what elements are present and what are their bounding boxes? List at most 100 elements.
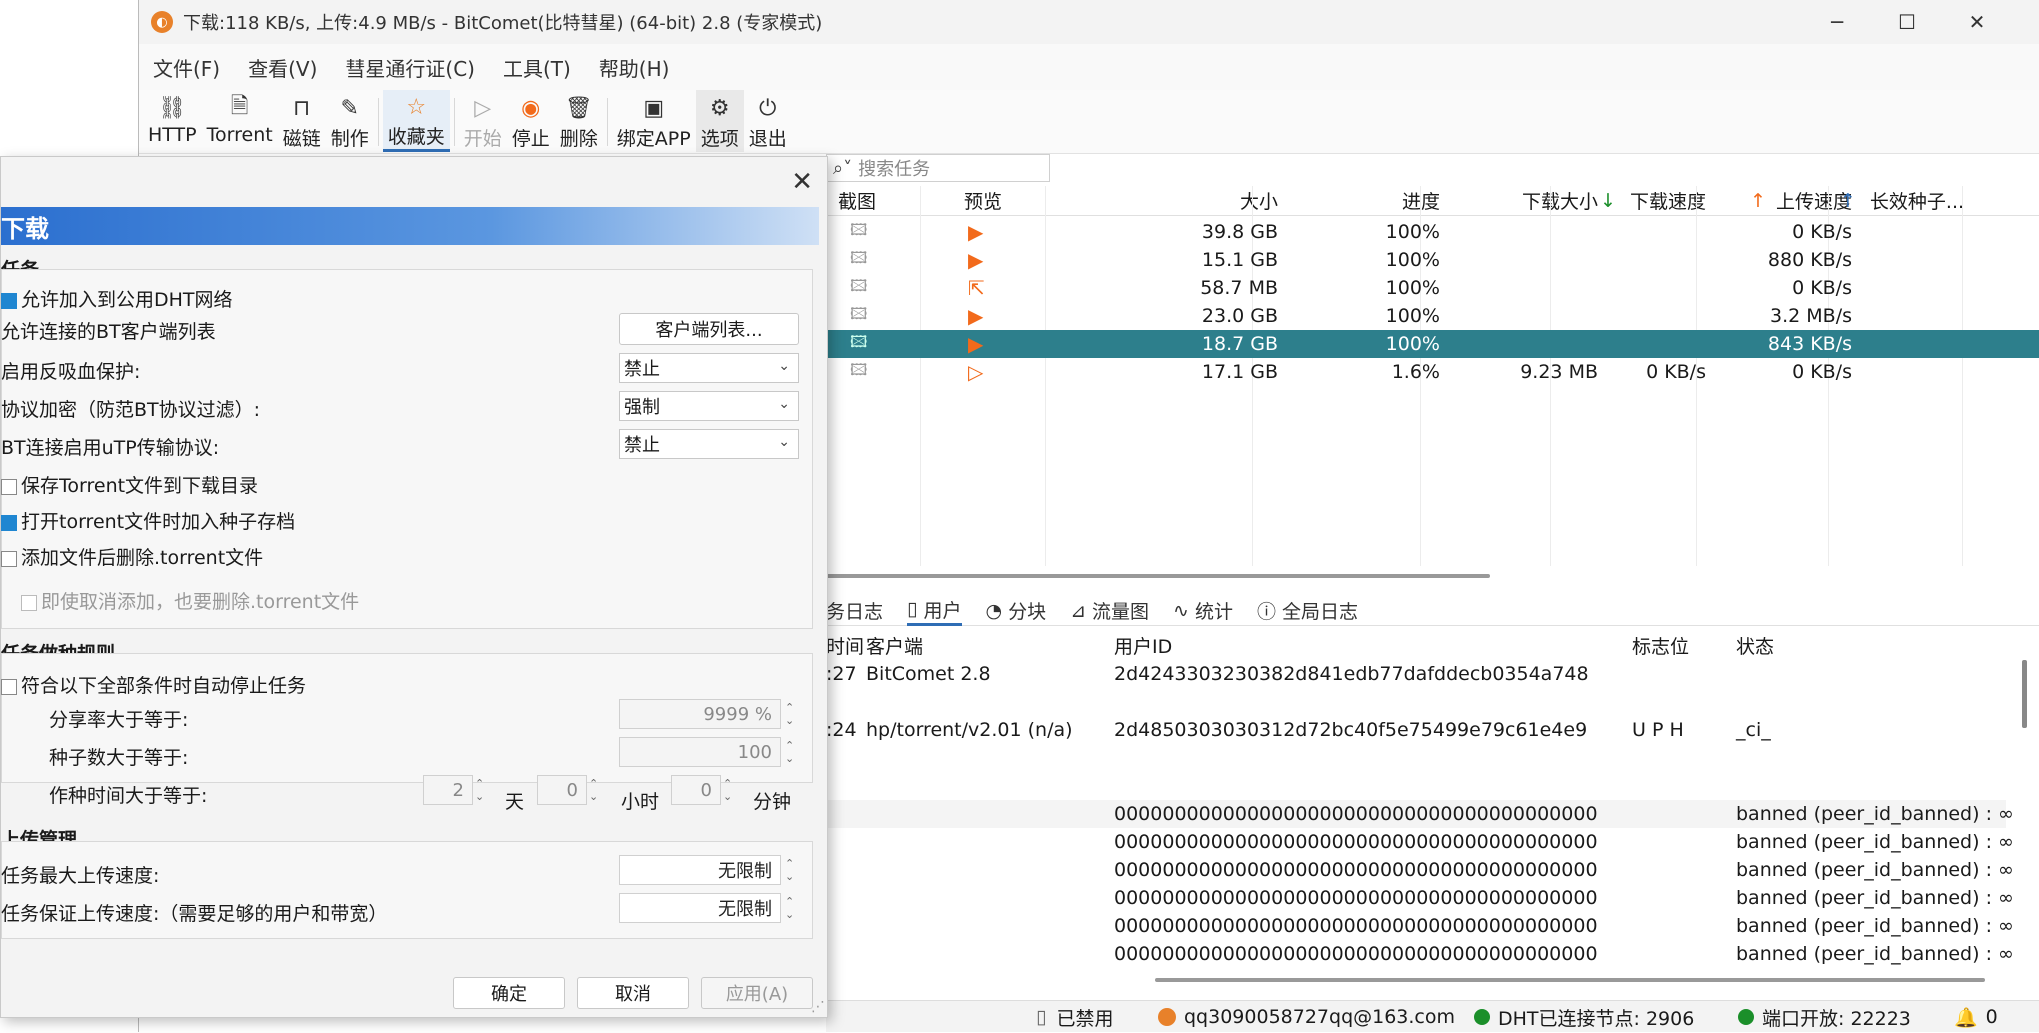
col-download-speed[interactable]: ↓ 下载速度 bbox=[1586, 186, 1706, 215]
tab-users[interactable]: ▯ 用户 bbox=[907, 596, 962, 626]
user-vertical-scrollbar[interactable] bbox=[2022, 660, 2027, 728]
user-row[interactable]: 0000000000000000000000000000000000000000… bbox=[826, 828, 2014, 856]
auto-stop-checkbox[interactable]: 符合以下全部条件时自动停止任务 bbox=[1, 671, 306, 698]
spinner-arrows-icon[interactable]: ⌃ ⌄ bbox=[723, 777, 739, 803]
task-row[interactable]: 🖾 ▶ 39.8 GB 100% 0 KB/s bbox=[826, 218, 2039, 246]
chevron-down-icon: ⌄ bbox=[778, 434, 790, 450]
magnet-button[interactable]: ⊓ 磁链 bbox=[278, 90, 326, 152]
encryption-select[interactable]: 强制 ⌄ bbox=[619, 391, 799, 421]
stop-button[interactable]: ◉ 停止 bbox=[507, 90, 555, 152]
play-icon[interactable]: ▶ bbox=[968, 330, 998, 358]
hours-input[interactable]: 0 bbox=[537, 775, 587, 805]
status-account[interactable]: qq3090058727qq@163.com bbox=[1158, 1001, 1455, 1033]
task-row[interactable]: 🖾 ▷ 17.1 GB 1.6% 9.23 MB 0 KB/s 0 KB/s bbox=[826, 358, 2039, 386]
col-preview[interactable]: 预览 bbox=[964, 186, 1002, 215]
tab-statistics[interactable]: ∿ 统计 bbox=[1173, 597, 1233, 624]
task-row[interactable]: 🖾 ⇱ 58.7 MB 100% 0 KB/s bbox=[826, 274, 2039, 302]
menu-passport[interactable]: 彗星通行证(C) bbox=[331, 53, 489, 82]
col-time[interactable]: 时间 bbox=[826, 632, 864, 659]
bind-app-button[interactable]: ▣ 绑定APP bbox=[612, 90, 696, 152]
col-flags[interactable]: 标志位 bbox=[1632, 632, 1689, 659]
days-input[interactable]: 2 bbox=[423, 775, 473, 805]
task-horizontal-scrollbar[interactable] bbox=[826, 574, 1490, 578]
search-input[interactable]: ⌕˅ 搜索任务 bbox=[826, 154, 1050, 182]
menu-tools[interactable]: 工具(T) bbox=[489, 53, 585, 82]
user-row[interactable]: 0000000000000000000000000000000000000000… bbox=[826, 912, 2014, 940]
save-torrent-checkbox[interactable]: 保存Torrent文件到下载目录 bbox=[1, 471, 258, 498]
task-row[interactable]: 🖾 ▶ 18.7 GB 100% 843 KB/s bbox=[826, 330, 2039, 358]
task-row[interactable]: 🖾 ▶ 15.1 GB 100% 880 KB/s bbox=[826, 246, 2039, 274]
favorites-button[interactable]: ☆ 收藏夹 bbox=[382, 90, 450, 152]
user-peer-id: 0000000000000000000000000000000000000000 bbox=[1114, 915, 1598, 937]
archive-checkbox[interactable]: 打开torrent文件时加入种子存档 bbox=[1, 507, 295, 534]
torrent-button[interactable]: 🗎 Torrent bbox=[202, 90, 278, 152]
ratio-input[interactable]: 9999 % bbox=[619, 699, 781, 729]
col-state[interactable]: 状态 bbox=[1736, 632, 1774, 659]
dht-checkbox[interactable]: 允许加入到公用DHT网络 bbox=[1, 285, 233, 312]
close-button[interactable]: ✕ bbox=[1942, 0, 2012, 44]
spinner-arrows-icon[interactable]: ⌃ ⌄ bbox=[785, 895, 801, 921]
col-client[interactable]: 客户端 bbox=[866, 632, 923, 659]
user-row[interactable]: 0000000000000000000000000000000000000000… bbox=[826, 800, 2014, 828]
utp-select[interactable]: 禁止 ⌄ bbox=[619, 429, 799, 459]
user-row[interactable]: 0000000000000000000000000000000000000000… bbox=[826, 884, 2014, 912]
spinner-arrows-icon[interactable]: ⌃ ⌄ bbox=[475, 777, 491, 803]
play-icon[interactable]: ▶ bbox=[968, 246, 998, 274]
anti-leech-select[interactable]: 禁止 ⌄ bbox=[619, 353, 799, 383]
spinner-arrows-icon[interactable]: ⌃ ⌄ bbox=[785, 857, 801, 883]
play-icon[interactable]: ⇱ bbox=[968, 274, 998, 302]
task-download-speed bbox=[1586, 218, 1706, 246]
status-notifications[interactable]: 🔔 0 bbox=[1954, 1001, 1998, 1033]
col-download-size[interactable]: 下载大小 bbox=[1476, 186, 1598, 215]
power-icon: ⏻ bbox=[759, 95, 777, 121]
exit-button[interactable]: ⏻ 退出 bbox=[744, 90, 792, 152]
col-long-seed[interactable]: ↑ 长效种子... bbox=[1840, 186, 1964, 215]
cancel-delete-checkbox[interactable]: 即使取消添加，也要删除.torrent文件 bbox=[21, 587, 359, 614]
seeds-input[interactable]: 100 bbox=[619, 737, 781, 767]
play-icon[interactable]: ▷ bbox=[968, 358, 998, 386]
delete-button[interactable]: 🗑 删除 bbox=[555, 90, 603, 152]
user-row[interactable]: :24 hp/torrent/v2.01 (n/a) 2d4850303030312… bbox=[826, 716, 2006, 744]
delete-torrent-checkbox[interactable]: 添加文件后删除.torrent文件 bbox=[1, 543, 263, 570]
options-button[interactable]: ⚙ 选项 bbox=[695, 90, 744, 152]
col-peer-id[interactable]: 用户ID bbox=[1114, 632, 1172, 659]
minimize-button[interactable]: ─ bbox=[1802, 0, 1872, 44]
user-row[interactable]: 0000000000000000000000000000000000000000… bbox=[826, 940, 2014, 968]
task-row[interactable]: 🖾 ▶ 23.0 GB 100% 3.2 MB/s bbox=[826, 302, 2039, 330]
user-row[interactable]: 0000000000000000000000000000000000000000… bbox=[826, 856, 2014, 884]
play-icon[interactable]: ▶ bbox=[968, 302, 998, 330]
tab-traffic-graph[interactable]: ⊿ 流量图 bbox=[1070, 597, 1149, 624]
make-torrent-button[interactable]: ✎ 制作 bbox=[326, 90, 374, 152]
col-screenshot[interactable]: 截图 bbox=[838, 186, 876, 215]
task-download-size: 9.23 MB bbox=[1520, 361, 1598, 383]
user-row[interactable]: :27 BitComet 2.8 2d4243303230382d841edb77d… bbox=[826, 660, 2006, 688]
tab-global-log[interactable]: ⓘ 全局日志 bbox=[1257, 597, 1358, 624]
status-port: 端口开放: 22223 bbox=[1738, 1001, 1911, 1033]
apply-button[interactable]: 应用(A) bbox=[701, 977, 813, 1009]
cancel-button[interactable]: 取消 bbox=[577, 977, 689, 1009]
menu-help[interactable]: 帮助(H) bbox=[585, 53, 684, 82]
menu-file[interactable]: 文件(F) bbox=[139, 53, 234, 82]
start-button[interactable]: ▷ 开始 bbox=[459, 90, 507, 152]
min-upload-input[interactable]: 无限制 bbox=[619, 893, 781, 923]
max-upload-input[interactable]: 无限制 bbox=[619, 855, 781, 885]
maximize-button[interactable]: ☐ bbox=[1872, 0, 1942, 44]
tab-pieces[interactable]: ◔ 分块 bbox=[986, 597, 1047, 624]
user-state: _ci_ bbox=[1736, 719, 1771, 741]
dialog-close-icon[interactable]: ✕ bbox=[791, 167, 813, 197]
spinner-arrows-icon[interactable]: ⌃ ⌄ bbox=[785, 701, 801, 727]
play-icon[interactable]: ▶ bbox=[968, 218, 998, 246]
user-horizontal-scrollbar[interactable] bbox=[1155, 978, 1985, 982]
menu-view[interactable]: 查看(V) bbox=[234, 53, 331, 82]
minutes-input[interactable]: 0 bbox=[671, 775, 721, 805]
spinner-arrows-icon[interactable]: ⌃ ⌄ bbox=[589, 777, 605, 803]
resize-grip-icon[interactable]: ⋰ bbox=[811, 999, 825, 1015]
ok-button[interactable]: 确定 bbox=[453, 977, 565, 1009]
tab-task-log[interactable]: 务日志 bbox=[826, 597, 883, 624]
col-size[interactable]: 大小 bbox=[1208, 186, 1278, 215]
col-progress[interactable]: 进度 bbox=[1336, 186, 1440, 215]
col-upload-speed[interactable]: ↑ 上传速度 bbox=[1716, 186, 1852, 215]
spinner-arrows-icon[interactable]: ⌃ ⌄ bbox=[785, 739, 801, 765]
client-list-button[interactable]: 客户端列表... bbox=[619, 313, 799, 345]
http-button[interactable]: ⛓ HTTP bbox=[143, 90, 202, 152]
